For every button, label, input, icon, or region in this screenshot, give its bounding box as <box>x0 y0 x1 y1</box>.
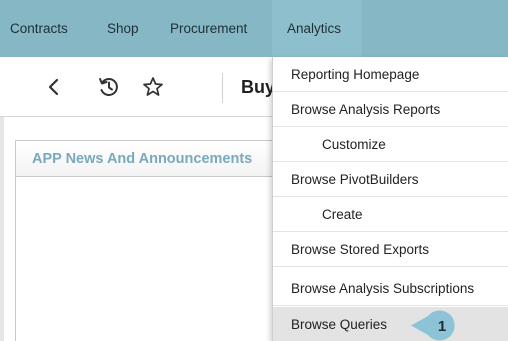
step-callout-number: 1 <box>438 318 446 335</box>
content-left-border <box>0 117 4 341</box>
menu-item-browse-analysis-subscriptions[interactable]: Browse Analysis Subscriptions <box>273 271 508 306</box>
nav-item-contracts[interactable]: Contracts <box>10 0 68 57</box>
nav-item-analytics[interactable]: Analytics <box>272 0 362 57</box>
menu-item-reporting-homepage[interactable]: Reporting Homepage <box>273 57 508 92</box>
toolbar-divider <box>222 73 223 103</box>
analytics-dropdown-menu: Reporting Homepage Browse Analysis Repor… <box>272 57 508 341</box>
news-panel: APP News And Announcements <box>15 140 315 341</box>
chevron-left-icon[interactable] <box>40 73 68 101</box>
nav-item-shop[interactable]: Shop <box>107 0 139 57</box>
menu-item-browse-pivotbuilders[interactable]: Browse PivotBuilders <box>273 162 508 197</box>
menu-item-customize[interactable]: Customize <box>273 127 508 162</box>
menu-item-browse-queries[interactable]: Browse Queries <box>273 307 508 341</box>
news-panel-header: APP News And Announcements <box>16 141 314 177</box>
step-callout-badge: 1 <box>411 310 471 341</box>
star-icon[interactable] <box>139 73 167 101</box>
nav-item-procurement[interactable]: Procurement <box>170 0 247 57</box>
menu-item-browse-stored-exports[interactable]: Browse Stored Exports <box>273 232 508 267</box>
menu-item-browse-analysis-reports[interactable]: Browse Analysis Reports <box>273 92 508 127</box>
top-navigation-bar: Contracts Shop Procurement Analytics <box>0 0 508 57</box>
menu-item-create[interactable]: Create <box>273 197 508 232</box>
history-icon[interactable] <box>95 73 123 101</box>
news-panel-title: APP News And Announcements <box>32 151 253 167</box>
